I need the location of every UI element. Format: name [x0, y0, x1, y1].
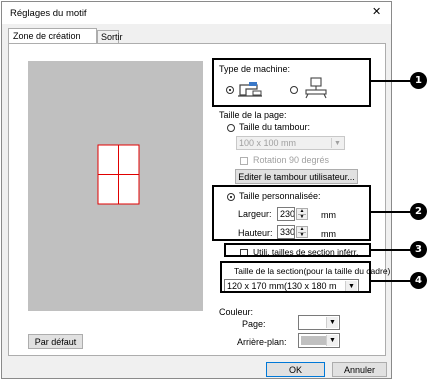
chevron-down-icon: ▼	[331, 138, 343, 148]
dialog-title: Réglages du motif	[10, 8, 87, 19]
callout-1: 1	[410, 72, 427, 89]
tab-output[interactable]: Sortir	[97, 30, 123, 44]
cancel-button[interactable]: Annuler	[332, 362, 387, 377]
hoop-size-radio[interactable]	[227, 124, 235, 132]
highlight-custom-size	[212, 185, 371, 241]
background-color-select[interactable]: ▼	[298, 333, 340, 348]
highlight-section-checkbox	[224, 243, 371, 257]
page-color-select[interactable]: ▼	[298, 315, 340, 330]
highlight-machine-type	[212, 58, 371, 107]
page-size-label: Taille de la page:	[219, 110, 287, 120]
default-button[interactable]: Par défaut	[28, 334, 83, 349]
edit-user-hoop-button[interactable]: Editer le tambour utilisateur...	[235, 169, 358, 184]
hoop-size-select[interactable]: 100 x 100 mm ▼	[236, 136, 345, 150]
page-color-label: Page:	[242, 319, 266, 329]
rotate-90-label: Rotation 90 degrés	[253, 155, 330, 165]
chevron-down-icon: ▼	[326, 335, 338, 346]
background-color-swatch	[301, 336, 326, 345]
color-label: Couleur:	[219, 307, 254, 317]
title-bar: Réglages du motif ✕	[2, 2, 391, 24]
section-grid	[97, 144, 140, 205]
callout-4: 4	[410, 272, 427, 289]
hoop-size-label: Taille du tambour:	[239, 122, 311, 132]
tab-design-area[interactable]: Zone de création	[8, 28, 97, 44]
hoop-size-value: 100 x 100 mm	[239, 138, 297, 148]
close-icon[interactable]: ✕	[372, 7, 381, 18]
tab-output-label: Sortir	[101, 32, 123, 42]
callout-2: 2	[410, 203, 427, 220]
ok-button[interactable]: OK	[266, 362, 325, 377]
rotate-90-checkbox[interactable]	[240, 157, 248, 165]
design-area-preview	[28, 61, 203, 311]
highlight-section-size	[220, 261, 371, 293]
chevron-down-icon: ▼	[326, 317, 338, 328]
background-color-label: Arrière-plan:	[237, 337, 287, 347]
tab-design-area-label: Zone de création	[13, 31, 81, 41]
callout-3: 3	[410, 241, 427, 258]
page-color-swatch	[301, 318, 326, 327]
